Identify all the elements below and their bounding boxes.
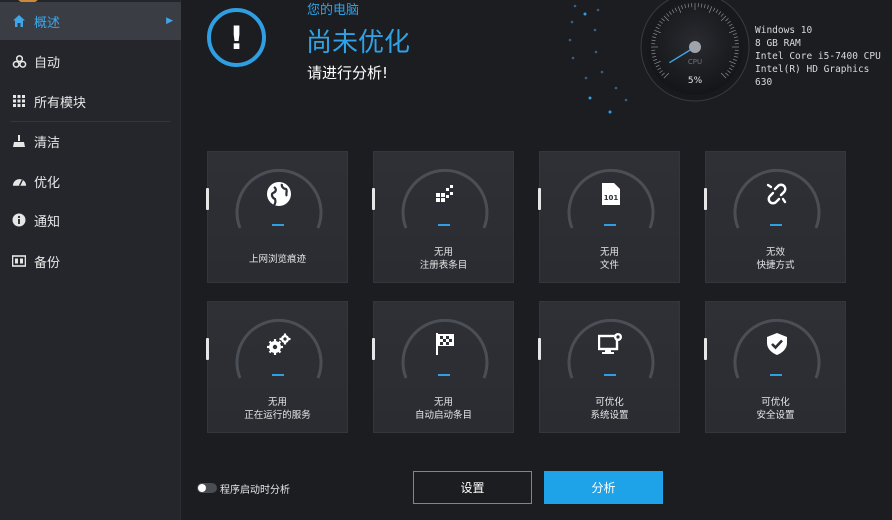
tile-label-line: 无用 bbox=[433, 397, 453, 408]
header-subtitle: 您的电脑 bbox=[307, 3, 360, 18]
sidebar-item-clean[interactable]: 清洁 bbox=[0, 122, 181, 160]
tile-label-line: 无用 bbox=[599, 247, 619, 258]
settings-button[interactable]: 设置 bbox=[413, 471, 532, 504]
analyze-on-start-label: 程序启动时分析 bbox=[220, 485, 290, 496]
shield-check-icon bbox=[759, 326, 795, 362]
tile-broken-shortcuts[interactable]: 无效 快捷方式 bbox=[704, 151, 846, 283]
tile-running-services[interactable]: 无用 正在运行的服务 bbox=[206, 301, 348, 433]
sidebar-item-label: 概述 bbox=[34, 15, 61, 31]
globe-icon bbox=[261, 176, 297, 212]
gauge-cpu-label: CPU bbox=[688, 58, 702, 66]
tile-label: 无效 快捷方式 bbox=[706, 246, 845, 272]
tile-tick bbox=[704, 188, 707, 210]
tile-value bbox=[770, 374, 782, 376]
broom-icon bbox=[10, 132, 28, 150]
tile-value bbox=[272, 374, 284, 376]
system-info: Windows 10 8 GB RAM Intel Core i5-7400 C… bbox=[755, 24, 892, 89]
tile-label-line: 系统设置 bbox=[590, 410, 629, 421]
tile-tick bbox=[704, 338, 707, 360]
chevron-right-icon: ▶ bbox=[166, 16, 173, 26]
flag-icon bbox=[427, 326, 463, 362]
tile-system-settings[interactable]: 可优化 系统设置 bbox=[538, 301, 680, 433]
gauge-icon bbox=[10, 172, 28, 190]
tile-label-line: 上网浏览痕迹 bbox=[248, 254, 306, 265]
tile-label: 无用 自动启动条目 bbox=[374, 396, 513, 422]
sidebar-item-label: 所有模块 bbox=[34, 95, 87, 111]
tile-value bbox=[438, 374, 450, 376]
tile-label-line: 注册表条目 bbox=[419, 260, 468, 271]
sidebar-item-label: 清洁 bbox=[34, 135, 61, 151]
analyze-button[interactable]: 分析 bbox=[544, 471, 663, 504]
tile-label: 可优化 安全设置 bbox=[706, 396, 845, 422]
tile-browsing-traces[interactable]: 上网浏览痕迹 bbox=[206, 151, 348, 283]
sidebar-item-label: 自动 bbox=[34, 55, 61, 71]
sidebar-item-backup[interactable]: 备份 bbox=[0, 242, 181, 280]
tile-value bbox=[770, 224, 782, 226]
broken-link-icon bbox=[759, 176, 795, 212]
tile-tick bbox=[538, 338, 541, 360]
registry-icon bbox=[427, 176, 463, 212]
tile-label: 无用 注册表条目 bbox=[374, 246, 513, 272]
tile-label-line: 安全设置 bbox=[756, 410, 795, 421]
tile-label-line: 文件 bbox=[599, 260, 619, 271]
analyze-on-start-toggle[interactable] bbox=[197, 483, 217, 493]
tile-label: 无用 正在运行的服务 bbox=[208, 396, 347, 422]
monitor-settings-icon bbox=[593, 326, 629, 362]
tile-value bbox=[272, 224, 284, 226]
tile-label-line: 正在运行的服务 bbox=[244, 410, 311, 421]
toggle-knob bbox=[198, 484, 206, 492]
tile-label-line: 可优化 bbox=[595, 397, 624, 408]
sidebar-item-label: 备份 bbox=[34, 255, 61, 271]
decorative-dots bbox=[568, 4, 628, 114]
tile-value bbox=[438, 224, 450, 226]
tile-label-line: 自动启动条目 bbox=[414, 410, 472, 421]
sidebar-item-notifications[interactable]: 通知 bbox=[0, 201, 181, 239]
tile-tick bbox=[372, 188, 375, 210]
tile-tick bbox=[206, 338, 209, 360]
grid-icon bbox=[10, 92, 28, 110]
tile-label: 无用 文件 bbox=[540, 246, 679, 272]
tile-label-line: 可优化 bbox=[761, 397, 790, 408]
info-icon bbox=[10, 211, 28, 229]
svg-text:101: 101 bbox=[604, 194, 619, 202]
tile-tick bbox=[372, 338, 375, 360]
tile-value bbox=[604, 374, 616, 376]
os-info: Windows 10 bbox=[755, 25, 813, 36]
biohazard-icon bbox=[10, 52, 28, 70]
tile-unused-files[interactable]: 101 无用 文件 bbox=[538, 151, 680, 283]
sidebar-item-all-modules[interactable]: 所有模块 bbox=[0, 82, 181, 120]
backup-icon bbox=[10, 252, 28, 270]
tile-label-line: 无效 bbox=[765, 247, 785, 258]
header-hint: 请进行分析! bbox=[307, 64, 389, 82]
tile-autostart-entries[interactable]: 无用 自动启动条目 bbox=[372, 301, 514, 433]
gauge-value: 5% bbox=[688, 76, 703, 86]
tile-label-line: 快捷方式 bbox=[756, 260, 795, 271]
home-icon bbox=[10, 12, 28, 30]
tile-label-line: 无用 bbox=[433, 247, 453, 258]
tile-value bbox=[604, 224, 616, 226]
tile-tick bbox=[538, 188, 541, 210]
cpu-gauge: CPU 5% bbox=[640, 0, 750, 102]
sidebar-item-overview[interactable]: 概述 ▶ bbox=[0, 2, 181, 40]
gears-icon bbox=[261, 326, 297, 362]
sidebar-item-auto[interactable]: 自动 bbox=[0, 42, 181, 80]
tile-label: 可优化 系统设置 bbox=[540, 396, 679, 422]
sidebar-item-label: 优化 bbox=[34, 175, 61, 191]
sidebar: 概述 ▶ 自动 所有模块 清洁 优化 通知 备份 bbox=[0, 0, 181, 520]
ram-info: 8 GB RAM bbox=[755, 38, 801, 49]
file-icon: 101 bbox=[593, 176, 629, 212]
tile-registry-entries[interactable]: 无用 注册表条目 bbox=[372, 151, 514, 283]
cpu-info: Intel Core i5-7400 CPU bbox=[755, 51, 881, 62]
status-warning-icon: ! bbox=[207, 8, 266, 67]
tile-label: 上网浏览痕迹 bbox=[208, 253, 347, 266]
page-title: 尚未优化 bbox=[306, 28, 411, 58]
tile-security-settings[interactable]: 可优化 安全设置 bbox=[704, 301, 846, 433]
gpu-info: Intel(R) HD Graphics 630 bbox=[755, 64, 870, 88]
sidebar-item-optimize[interactable]: 优化 bbox=[0, 162, 181, 200]
tile-tick bbox=[206, 188, 209, 210]
sidebar-item-label: 通知 bbox=[34, 214, 61, 230]
tile-label-line: 无用 bbox=[267, 397, 287, 408]
